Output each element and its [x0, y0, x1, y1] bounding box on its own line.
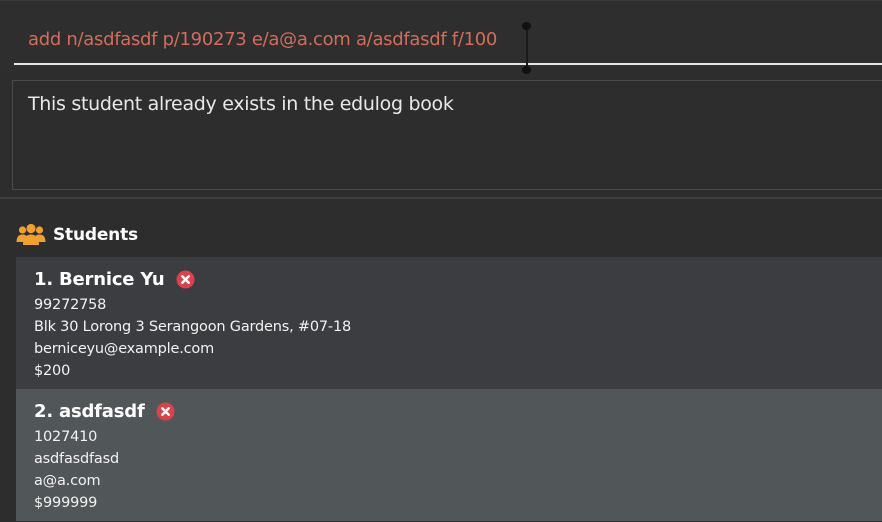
command-input[interactable]: add n/asdfasdf p/190273 e/a@a.com a/asdf… — [14, 10, 882, 74]
people-icon — [16, 223, 46, 245]
student-details: 1027410 asdfasdfasd a@a.com $999999 — [34, 426, 882, 514]
text-caret — [522, 22, 531, 74]
command-box-container: add n/asdfasdf p/190273 e/a@a.com a/asdf… — [0, 0, 882, 74]
caret-top-handle[interactable] — [522, 22, 531, 30]
student-name-row: 2. asdfasdf — [34, 399, 882, 423]
remove-x-icon[interactable] — [175, 269, 195, 289]
student-card[interactable]: 1. Bernice Yu 99272758 Blk 30 Lorong 3 S… — [16, 257, 882, 389]
student-name: 1. Bernice Yu — [34, 268, 165, 290]
command-input-text[interactable]: add n/asdfasdf p/190273 e/a@a.com a/asdf… — [28, 29, 497, 50]
result-message: This student already exists in the edulo… — [28, 93, 454, 115]
student-fee: $999999 — [34, 495, 98, 511]
student-name-row: 1. Bernice Yu — [34, 267, 882, 291]
student-email: berniceyu@example.com — [34, 341, 215, 357]
student-list-panel: Students 1. Bernice Yu 99272758 Blk 30 L… — [0, 199, 882, 522]
student-address: Blk 30 Lorong 3 Serangoon Gardens, #07-1… — [34, 319, 351, 335]
student-phone: 99272758 — [34, 297, 107, 313]
remove-x-icon[interactable] — [156, 401, 175, 421]
student-address: asdfasdfasd — [34, 451, 119, 467]
student-name: 2. asdfasdf — [34, 400, 145, 422]
result-display[interactable]: This student already exists in the edulo… — [12, 80, 882, 190]
student-card[interactable]: 2. asdfasdf 1027410 asdfasdfasd a@a.com … — [16, 389, 882, 521]
caret-bottom-handle[interactable] — [522, 66, 531, 74]
student-email: a@a.com — [34, 473, 101, 489]
student-panel-title: Students — [53, 225, 138, 245]
student-fee: $200 — [34, 363, 71, 379]
app-window: add n/asdfasdf p/190273 e/a@a.com a/asdf… — [0, 0, 882, 522]
student-phone: 1027410 — [34, 429, 98, 445]
student-panel-header: Students — [16, 221, 138, 249]
student-details: 99272758 Blk 30 Lorong 3 Serangoon Garde… — [34, 294, 882, 382]
